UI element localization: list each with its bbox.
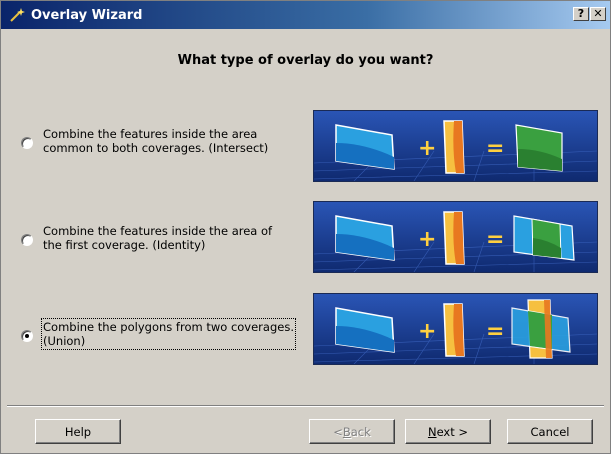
next-rest: ext > xyxy=(436,424,469,439)
option-intersect[interactable]: Combine the features inside the area com… xyxy=(21,121,311,161)
next-button[interactable]: Next > xyxy=(405,419,491,444)
window-title: Overlay Wizard xyxy=(31,7,143,23)
intersect-illustration: + = xyxy=(313,110,598,182)
button-separator xyxy=(7,405,604,407)
title-bar[interactable]: Overlay Wizard ? ✕ xyxy=(1,1,610,29)
back-rest: ack xyxy=(350,424,371,439)
back-prefix: < xyxy=(333,424,343,439)
option-intersect-line1: Combine the features inside the area xyxy=(43,127,258,141)
identity-illustration: + = xyxy=(313,201,598,273)
cancel-button[interactable]: Cancel xyxy=(507,419,593,444)
back-accel: B xyxy=(342,424,351,439)
option-intersect-label: Combine the features inside the area com… xyxy=(43,127,268,155)
option-identity-line2: the first coverage. (Identity) xyxy=(43,238,206,252)
option-union-line2: (Union) xyxy=(43,334,86,348)
plus-sign: + xyxy=(418,319,436,344)
option-identity[interactable]: Combine the features inside the area of … xyxy=(21,218,311,258)
option-union-line1: Combine the polygons from two coverages. xyxy=(43,320,294,334)
page-heading: What type of overlay do you want? xyxy=(177,53,434,68)
union-illustration: + = xyxy=(313,293,598,365)
close-button[interactable]: ✕ xyxy=(590,7,606,21)
option-union-label: Combine the polygons from two coverages.… xyxy=(41,318,296,350)
equals-sign: = xyxy=(486,319,504,344)
radio-identity[interactable] xyxy=(21,234,33,246)
overlay-wizard-dialog: Overlay Wizard ? ✕ What type of overlay … xyxy=(0,0,611,454)
option-identity-line1: Combine the features inside the area of xyxy=(43,224,273,238)
option-intersect-line2: common to both coverages. (Intersect) xyxy=(43,141,269,155)
plus-sign: + xyxy=(418,227,436,252)
option-identity-label: Combine the features inside the area of … xyxy=(43,224,272,252)
help-title-button[interactable]: ? xyxy=(573,7,589,21)
equals-sign: = xyxy=(486,227,504,252)
next-accel: N xyxy=(427,424,437,439)
plus-sign: + xyxy=(418,136,436,161)
help-button[interactable]: Help xyxy=(35,419,121,444)
equals-sign: = xyxy=(486,136,504,161)
wand-icon xyxy=(7,5,27,25)
back-button[interactable]: < Back xyxy=(309,419,395,444)
radio-union[interactable] xyxy=(21,330,33,342)
radio-intersect[interactable] xyxy=(21,137,33,149)
option-union[interactable]: Combine the polygons from two coverages.… xyxy=(21,314,311,354)
